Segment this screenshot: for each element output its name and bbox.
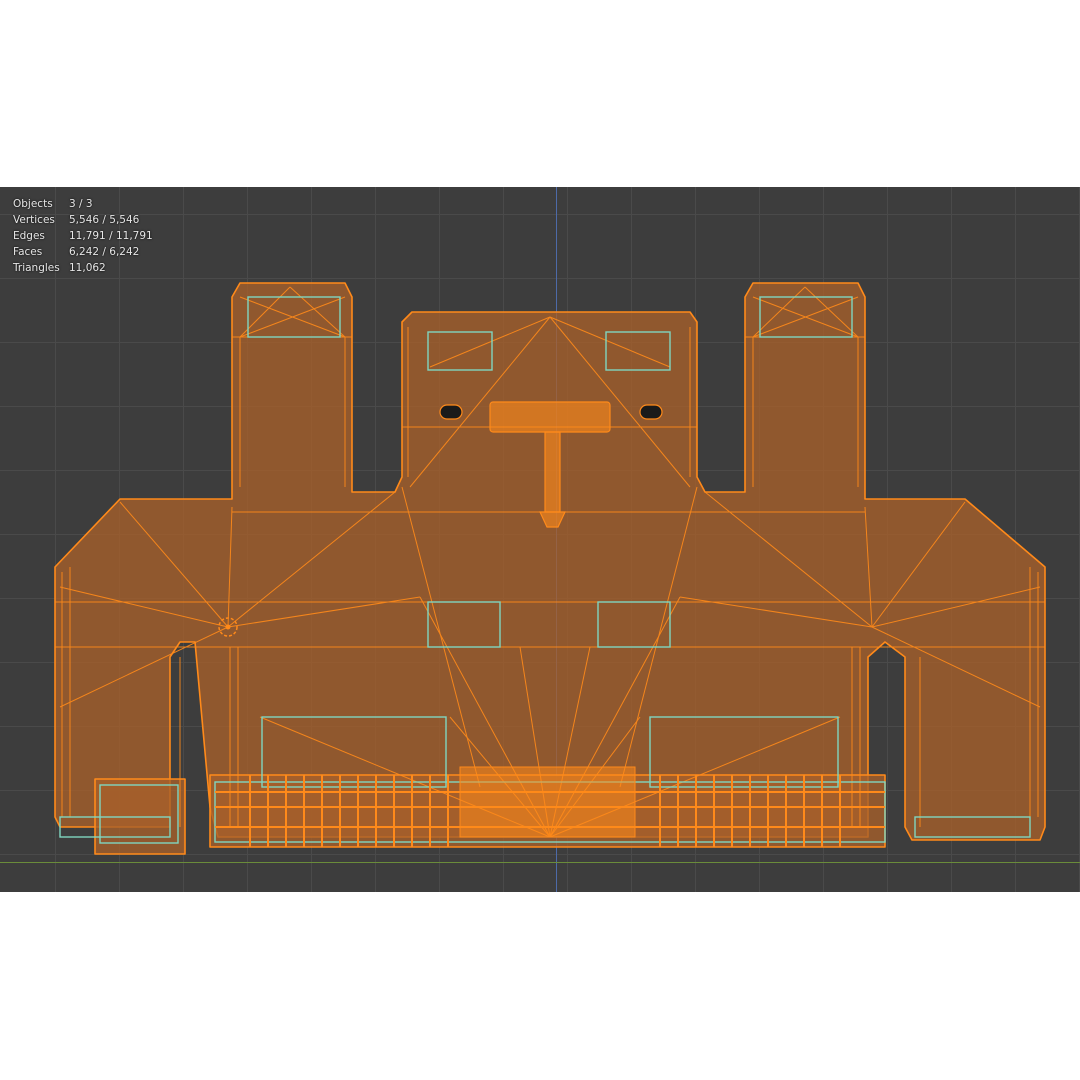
stat-edges: Edges 11,791 / 11,791 xyxy=(13,230,153,242)
stat-triangles: Triangles 11,062 xyxy=(13,262,106,274)
mesh-body xyxy=(54,282,1046,841)
viewport-statistics: Objects 3 / 3 Vertices 5,546 / 5,546 Edg… xyxy=(13,196,153,276)
stat-vertices: Vertices 5,546 / 5,546 xyxy=(13,214,140,226)
stat-faces: Faces 6,242 / 6,242 xyxy=(13,246,140,258)
mesh-wireframe[interactable] xyxy=(0,187,1080,892)
stat-objects: Objects 3 / 3 xyxy=(13,198,93,210)
3d-viewport[interactable]: Objects 3 / 3 Vertices 5,546 / 5,546 Edg… xyxy=(0,187,1080,892)
